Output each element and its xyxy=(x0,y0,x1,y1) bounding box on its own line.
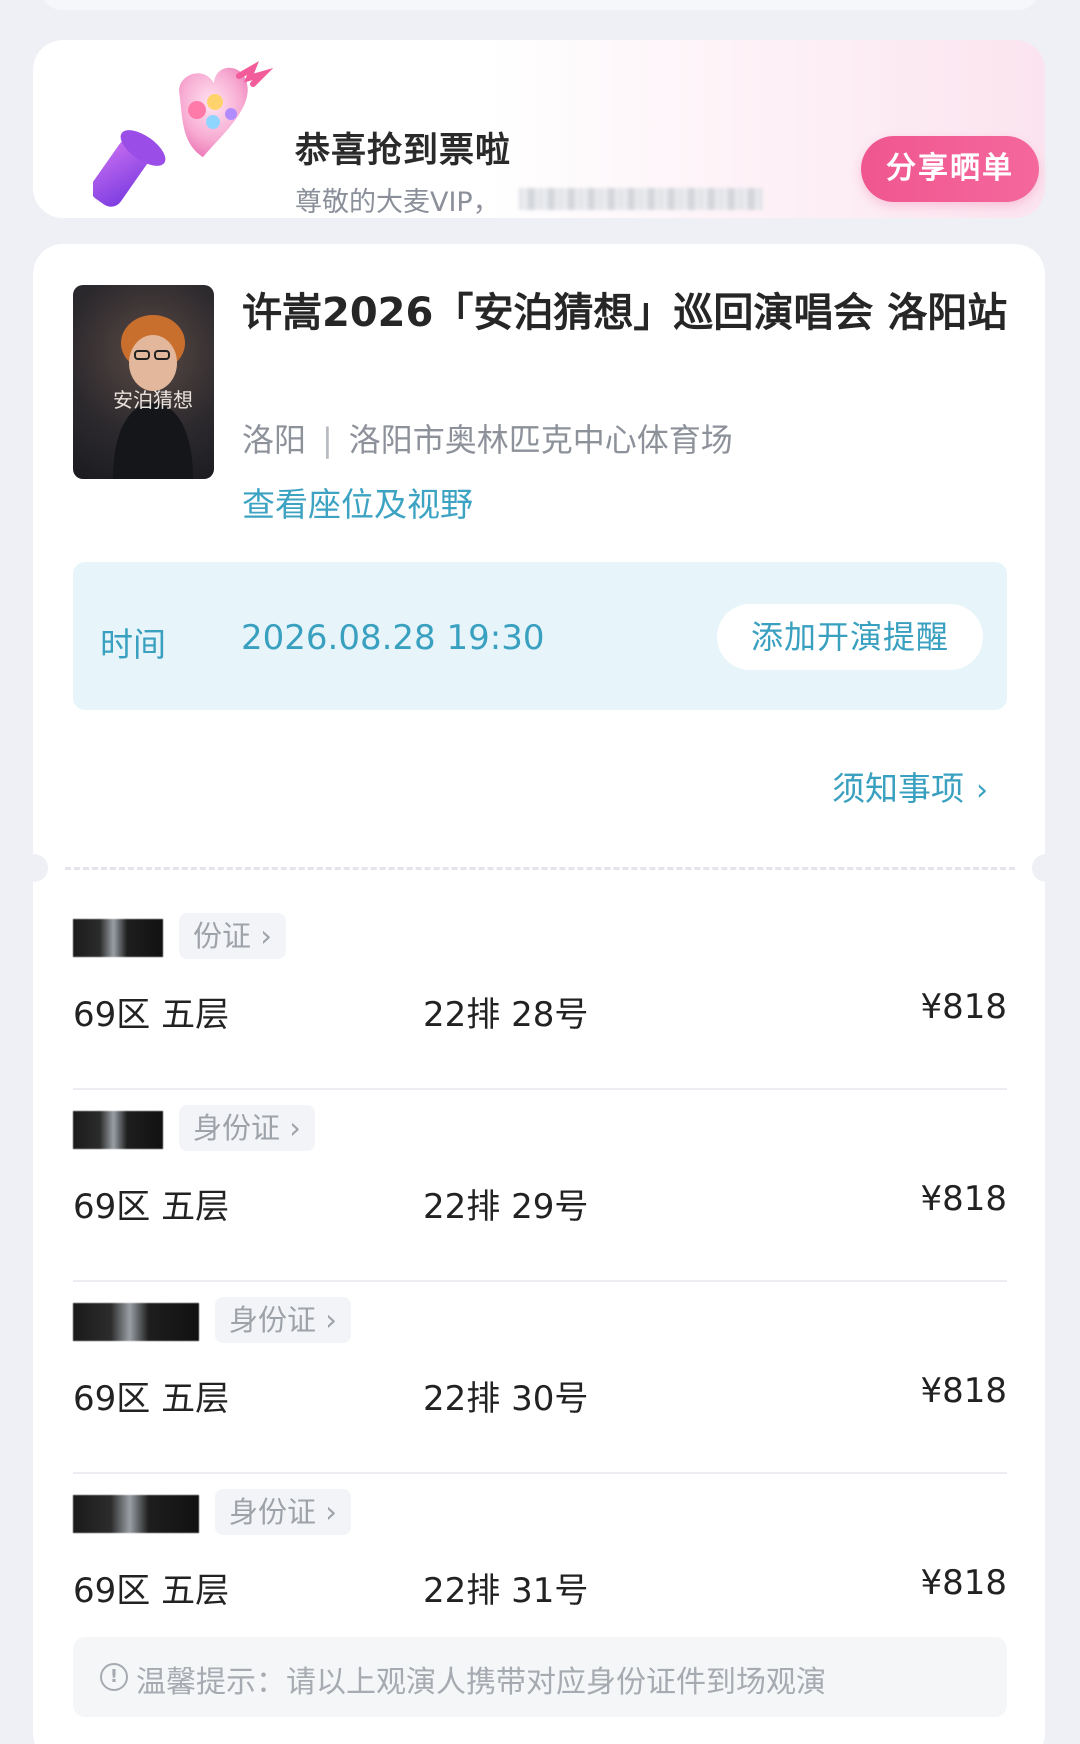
seat-number: 22排 28号 xyxy=(423,995,589,1035)
redacted-attendee-name xyxy=(73,919,163,957)
success-banner: 恭喜抢到票啦 尊敬的大麦VIP， 分享晒单 xyxy=(33,40,1045,218)
ticket-price: ¥818 xyxy=(920,1563,1007,1603)
id-type-chip[interactable]: 身份证 › xyxy=(215,1489,351,1535)
attendee-row: 身份证 › 69区 五层 22排 30号 ¥818 xyxy=(73,1289,1007,1481)
chevron-right-icon: › xyxy=(976,773,988,808)
notice-link[interactable]: 须知事项 › xyxy=(832,762,988,810)
show-time: 2026.08.28 19:30 xyxy=(241,618,545,658)
seat-zone: 69区 五层 xyxy=(73,1187,230,1227)
id-type-chip[interactable]: 身份证 › xyxy=(215,1297,351,1343)
seat-number: 22排 30号 xyxy=(423,1379,589,1419)
add-reminder-button[interactable]: 添加开演提醒 xyxy=(717,604,983,670)
tip-text: 温馨提示：请以上观演人携带对应身份证件到场观演 xyxy=(136,1665,826,1700)
row-divider xyxy=(73,1472,1007,1474)
id-type-chip[interactable]: 份证 › xyxy=(179,913,286,959)
heart-lightstick-icon xyxy=(93,61,273,207)
event-venue: 洛阳市奥林匹克中心体育场 xyxy=(348,421,733,459)
seat-zone: 69区 五层 xyxy=(73,1379,230,1419)
redacted-attendee-name xyxy=(73,1495,199,1533)
id-type-chip[interactable]: 身份证 › xyxy=(179,1105,315,1151)
ticket-price: ¥818 xyxy=(920,1371,1007,1411)
seat-zone: 69区 五层 xyxy=(73,1571,230,1611)
info-circle-icon: ! xyxy=(100,1663,128,1691)
ticket-notch-right xyxy=(1032,854,1060,882)
redacted-attendee-name xyxy=(73,1111,163,1149)
ticket-price: ¥818 xyxy=(920,1179,1007,1219)
attendee-row: 身份证 › 69区 五层 22排 29号 ¥818 xyxy=(73,1097,1007,1289)
row-divider xyxy=(73,1280,1007,1282)
share-order-button[interactable]: 分享晒单 xyxy=(861,136,1039,202)
seat-view-link[interactable]: 查看座位及视野 xyxy=(242,478,473,526)
attendee-row: 份证 › 69区 五层 22排 28号 ¥818 xyxy=(73,905,1007,1097)
event-poster[interactable]: 安泊猜想 xyxy=(73,285,214,479)
venue-separator: | xyxy=(322,421,333,459)
event-city: 洛阳 xyxy=(242,421,307,459)
row-divider xyxy=(73,1088,1007,1090)
perforation-divider xyxy=(65,867,1015,870)
ticket-price: ¥818 xyxy=(920,987,1007,1027)
redacted-attendee-name xyxy=(73,1303,199,1341)
seat-number: 22排 29号 xyxy=(423,1187,589,1227)
previous-card-edge xyxy=(40,0,1040,10)
poster-art: 安泊猜想 xyxy=(113,315,193,479)
ticket-notch-left xyxy=(20,854,48,882)
poster-title-art: 安泊猜想 xyxy=(113,388,193,412)
seat-zone: 69区 五层 xyxy=(73,995,230,1035)
seat-number: 22排 31号 xyxy=(423,1571,589,1611)
success-title: 恭喜抢到票啦 xyxy=(295,131,512,171)
event-title: 许嵩2026「安泊猜想」巡回演唱会 洛阳站 xyxy=(242,290,1008,336)
vip-greeting: 尊敬的大麦VIP， xyxy=(295,187,500,218)
venue-line: 洛阳 | 洛阳市奥林匹克中心体育场 xyxy=(242,415,733,461)
time-label: 时间 xyxy=(100,625,166,664)
redacted-username xyxy=(519,188,763,210)
notice-label: 须知事项 xyxy=(832,769,964,808)
